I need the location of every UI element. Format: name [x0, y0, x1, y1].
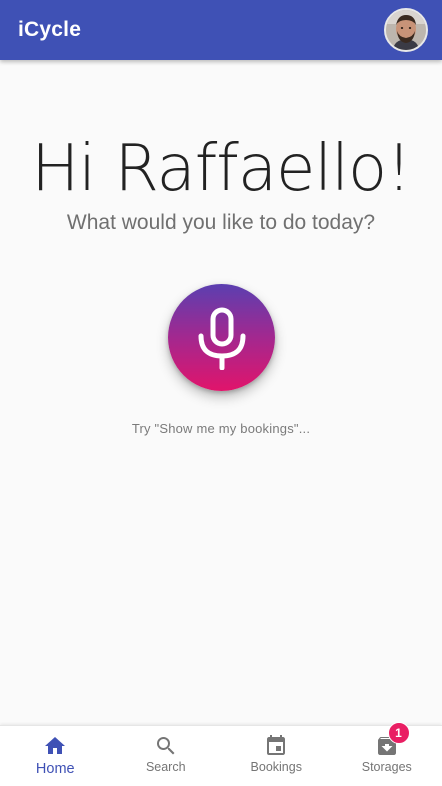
search-icon: [156, 737, 175, 755]
nav-item-search[interactable]: Search: [111, 726, 222, 786]
microphone-icon: [198, 307, 245, 370]
nav-item-bookings[interactable]: Bookings: [221, 726, 332, 786]
app-bar: iCycle: [0, 0, 442, 60]
nav-item-storages[interactable]: Storages 1: [332, 722, 442, 786]
greeting-heading: Hi Raffaello!: [31, 132, 412, 206]
nav-label-storages: Storages: [361, 760, 412, 774]
calendar-icon: [267, 735, 286, 755]
nav-label-search: Search: [145, 760, 186, 774]
avatar-photo-icon: [386, 10, 426, 50]
voice-hint-text: Try "Show me my bookings"...: [131, 421, 311, 436]
nav-label-home: Home: [35, 761, 75, 777]
greeting-subtitle: What would you like to do today?: [66, 211, 376, 234]
bottom-navigation: Home Search Bookings Storages 1: [0, 722, 442, 786]
notification-badge: 1: [387, 722, 410, 744]
nav-item-home[interactable]: Home: [0, 726, 111, 786]
app-title: iCycle: [18, 18, 82, 41]
voice-command-button[interactable]: [168, 284, 275, 391]
nav-label-bookings: Bookings: [250, 760, 302, 774]
home-icon: [45, 737, 66, 754]
user-avatar[interactable]: [384, 8, 428, 52]
